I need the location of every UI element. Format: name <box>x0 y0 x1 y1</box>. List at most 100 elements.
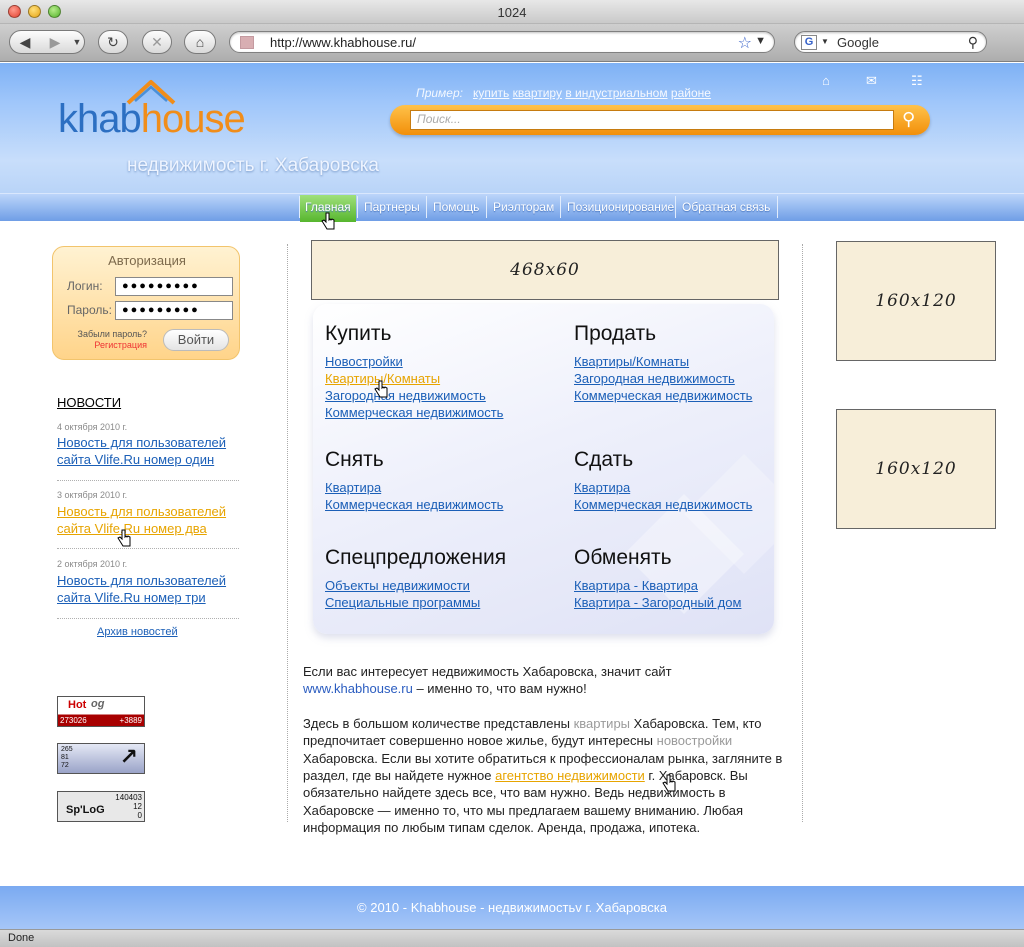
category-link[interactable]: Квартиры/Комнаты <box>574 354 689 369</box>
categories-panel: Купить Новостройки Квартиры/Комнаты Заго… <box>313 304 774 634</box>
category-link[interactable]: Коммерческая недвижимость <box>574 388 752 403</box>
site-footer: © 2010 - Khabhouse - недвижимостьv г. Ха… <box>0 886 1024 929</box>
news-separator <box>57 480 239 481</box>
banner-160x120[interactable]: 160x120 <box>836 241 996 361</box>
nav-item-realtors[interactable]: Риэлторам <box>493 200 554 214</box>
hotlog-counter[interactable]: Hot og 273026 +3889 <box>57 696 145 727</box>
example-word-4[interactable]: районе <box>671 86 711 100</box>
register-link[interactable]: Регистрация <box>73 340 147 350</box>
category-link[interactable]: Загородная недвижимость <box>574 371 735 386</box>
visits-counter-value: 72 <box>61 762 69 769</box>
site-logo[interactable]: khabhouse <box>58 97 246 142</box>
home-button[interactable]: ⌂ <box>184 30 216 54</box>
logo-text-house: house <box>140 97 246 141</box>
news-title[interactable]: НОВОСТИ <box>57 395 121 410</box>
search-icon[interactable]: ⚲ <box>902 109 915 130</box>
nav-separator <box>357 196 358 218</box>
category-link[interactable]: Квартира - Квартира <box>574 578 698 593</box>
category-link[interactable]: Объекты недвижимости <box>325 578 470 593</box>
site-url-link[interactable]: www.khabhouse.ru <box>303 681 413 696</box>
category-link[interactable]: Квартира <box>574 480 630 495</box>
browser-search-field[interactable]: G ▼ Google ⚲ <box>794 31 987 53</box>
banner-160x120[interactable]: 160x120 <box>836 409 996 529</box>
news-link[interactable]: Новость для пользователей сайта Vlife.Ru… <box>57 434 242 468</box>
title-bar: 1024 <box>0 0 1024 24</box>
site-header: khabhouse недвижимость г. Хабаровска При… <box>0 63 1024 193</box>
forgot-password-link[interactable]: Забыли пароль? <box>73 329 147 339</box>
category-link[interactable]: Специальные программы <box>325 595 480 610</box>
search-engine-icon[interactable]: G <box>801 35 817 50</box>
search-example: Пример: купить квартиру в индустриальном… <box>416 86 711 100</box>
category-link[interactable]: Коммерческая недвижимость <box>325 405 503 420</box>
category-link[interactable]: Загородная недвижимость <box>325 388 486 403</box>
home-icon[interactable]: ⌂ <box>822 73 830 88</box>
category-link[interactable]: Коммерческая недвижимость <box>574 497 752 512</box>
news-link[interactable]: Новость для пользователей сайта Vlife.Ru… <box>57 572 242 606</box>
category-link[interactable]: Коммерческая недвижимость <box>325 497 503 512</box>
hotlog-label-2: og <box>91 698 105 710</box>
apartments-link[interactable]: квартиры <box>574 716 630 731</box>
news-archive-link[interactable]: Архив новостей <box>97 626 178 638</box>
login-input[interactable]: ●●●●●●●●● <box>115 277 233 296</box>
nav-item-help[interactable]: Помощь <box>433 200 479 214</box>
category-title-buy: Купить <box>325 322 392 345</box>
window-title: 1024 <box>497 5 527 20</box>
banner-468x60[interactable]: 468x60 <box>311 240 779 300</box>
nav-item-feedback[interactable]: Обратная связь <box>682 200 770 214</box>
news-date: 4 октября 2010 г. <box>57 422 128 432</box>
search-engine-dropdown-icon[interactable]: ▼ <box>821 37 829 46</box>
news-link[interactable]: Новость для пользователей сайта Vlife.Ru… <box>57 503 242 537</box>
hand-cursor-icon <box>662 774 676 792</box>
visits-counter-value: 265 <box>61 746 73 753</box>
forward-icon[interactable]: ▶ <box>40 34 70 51</box>
news-date: 2 октября 2010 г. <box>57 559 128 569</box>
nav-separator <box>675 196 676 218</box>
hotlog-count-right: +3889 <box>119 716 142 725</box>
stop-button[interactable]: ✕ <box>142 30 172 54</box>
mail-icon[interactable]: ✉ <box>866 73 877 89</box>
history-dropdown-icon[interactable]: ▼ <box>70 37 84 47</box>
sitemap-icon[interactable]: ☷ <box>911 73 923 89</box>
search-icon[interactable]: ⚲ <box>968 34 978 51</box>
nav-separator <box>560 196 561 218</box>
visits-counter[interactable]: 265 81 72 ↗ <box>57 743 145 774</box>
example-word-1[interactable]: купить <box>473 86 509 100</box>
category-title-let: Сдать <box>574 448 634 471</box>
example-word-3[interactable]: в индустриальном <box>565 86 667 100</box>
category-link[interactable]: Квартира - Загородный дом <box>574 595 741 610</box>
intro-paragraph: Если вас интересует недвижимость Хабаров… <box>303 663 783 698</box>
news-separator <box>57 618 239 619</box>
address-bar[interactable]: http://www.khabhouse.ru/ ☆ ▼ <box>229 31 775 53</box>
intro-text-span: – именно то, что вам нужно! <box>412 681 587 697</box>
url-dropdown-icon[interactable]: ▼ <box>755 35 766 47</box>
new-buildings-link[interactable]: новостройки <box>657 733 733 748</box>
category-link[interactable]: Новостройки <box>325 354 403 369</box>
bookmark-star-icon[interactable]: ☆ <box>738 33 752 53</box>
nav-separator <box>299 196 300 218</box>
logo-text-khab: khab <box>58 97 142 141</box>
reload-button[interactable]: ↻ <box>98 30 128 54</box>
category-link[interactable]: Квартира <box>325 480 381 495</box>
site-search-input[interactable]: Поиск... <box>410 110 894 130</box>
arrow-up-right-icon: ↗ <box>119 744 138 769</box>
site-favicon <box>240 36 254 49</box>
agency-link[interactable]: агентство недвижимости <box>495 768 645 783</box>
news-date: 3 октября 2010 г. <box>57 490 128 500</box>
status-bar: Done <box>0 929 1024 947</box>
nav-separator <box>426 196 427 218</box>
column-divider <box>802 244 803 822</box>
spylog-counter[interactable]: Sp'LoG 140403 12 0 <box>57 791 145 822</box>
hand-cursor-icon <box>117 529 131 547</box>
browser-window: 1024 ◀ ▶ ▼ ↻ ✕ ⌂ http://www.khabhouse.ru… <box>0 0 1024 947</box>
example-word-2[interactable]: квартиру <box>513 86 562 100</box>
password-input[interactable]: ●●●●●●●●● <box>115 301 233 320</box>
spylog-value: 0 <box>137 811 142 820</box>
category-title-sell: Продать <box>574 322 657 345</box>
category-title-rent: Снять <box>325 448 384 471</box>
login-button[interactable]: Войти <box>163 329 229 351</box>
nav-item-partners[interactable]: Партнеры <box>364 200 420 214</box>
back-icon[interactable]: ◀ <box>10 34 40 51</box>
nav-item-positioning[interactable]: Позиционирование <box>567 200 674 214</box>
hand-cursor-icon <box>321 212 335 230</box>
password-label: Пароль: <box>67 303 112 317</box>
